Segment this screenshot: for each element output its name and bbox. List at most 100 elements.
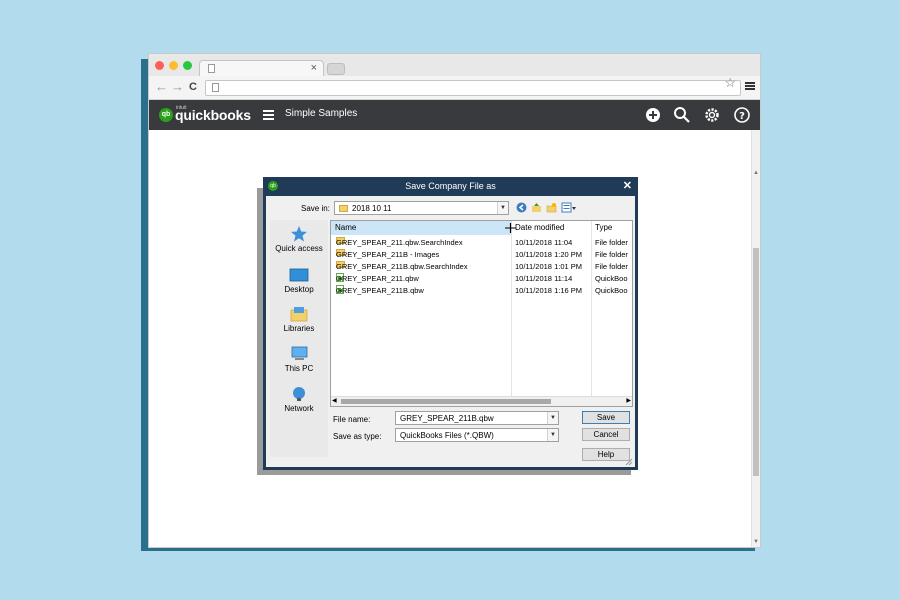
scroll-down-icon[interactable]: ▼ — [753, 539, 759, 545]
dialog-title: Save Company File as — [405, 181, 496, 191]
save-as-type-label: Save as type: — [333, 432, 382, 441]
resize-cursor-icon — [505, 223, 516, 233]
column-header-label: Name — [335, 223, 357, 232]
new-folder-icon[interactable] — [546, 202, 557, 213]
file-type: QuickBoo — [595, 274, 628, 283]
browser-tab[interactable]: × — [199, 60, 324, 76]
svg-text:?: ? — [739, 111, 745, 122]
scrollbar-thumb[interactable] — [753, 248, 759, 476]
page-icon — [212, 83, 219, 92]
search-icon[interactable] — [672, 105, 692, 125]
place-label: Network — [284, 404, 314, 413]
libraries-icon — [290, 307, 308, 322]
places-bar: Quick access Desktop Libraries This PC N… — [270, 220, 328, 457]
file-date: 10/11/2018 1:20 PM — [515, 250, 582, 259]
place-desktop[interactable]: Desktop — [270, 268, 328, 294]
file-name: GREY_SPEAR_211B.qbw — [336, 286, 424, 295]
file-date: 10/11/2018 1:01 PM — [515, 262, 582, 271]
forward-arrow-icon[interactable]: → — [171, 79, 184, 95]
new-tab-button[interactable] — [327, 63, 345, 75]
hamburger-menu-icon[interactable] — [263, 110, 274, 120]
file-row[interactable]: GREY_SPEAR_211B.qbw 10/11/2018 1:16 PM Q… — [331, 285, 632, 297]
chevron-down-icon[interactable]: ▼ — [547, 429, 558, 441]
back-navigation-icon[interactable] — [516, 202, 527, 213]
maximize-window-button[interactable] — [183, 61, 192, 70]
up-folder-icon[interactable] — [531, 202, 542, 213]
reload-icon[interactable]: C — [189, 79, 197, 95]
file-row[interactable]: GREY_SPEAR_211B.qbw.SearchIndex 10/11/20… — [331, 261, 632, 273]
network-icon — [293, 387, 305, 401]
file-name-input[interactable]: GREY_SPEAR_211B.qbw ▼ — [395, 411, 559, 425]
save-in-label: Save in: — [301, 204, 330, 213]
place-label: Quick access — [275, 244, 323, 253]
save-in-value: 2018 10 11 — [352, 204, 392, 213]
dialog-body: Save in: 2018 10 11 ▼ Quick access Deskt… — [266, 196, 635, 467]
file-name: GREY_SPEAR_211.qbw.SearchIndex — [336, 238, 463, 247]
dialog-close-icon[interactable]: ✕ — [623, 177, 632, 196]
gear-icon[interactable] — [702, 105, 722, 125]
chevron-down-icon[interactable]: ▼ — [547, 412, 558, 424]
file-name-value: GREY_SPEAR_211B.qbw — [400, 414, 494, 423]
save-company-file-dialog: Save Company File as qb ✕ Save in: 2018 … — [263, 177, 638, 470]
quickbooks-logo-icon: qb — [268, 181, 278, 191]
place-this-pc[interactable]: This PC — [270, 346, 328, 373]
file-date: 10/11/2018 11:04 — [515, 238, 573, 247]
column-header-type[interactable]: Type — [591, 221, 632, 235]
place-quick-access[interactable]: Quick access — [270, 226, 328, 253]
desktop-icon — [289, 268, 309, 282]
help-button[interactable]: Help — [582, 448, 630, 461]
file-name: GREY_SPEAR_211.qbw — [336, 274, 419, 283]
cancel-button[interactable]: Cancel — [582, 428, 630, 441]
file-type: File folder — [595, 262, 628, 271]
file-row[interactable]: GREY_SPEAR_211.qbw 10/11/2018 11:14 Quic… — [331, 273, 632, 285]
back-arrow-icon[interactable]: ← — [155, 79, 168, 95]
horizontal-scrollbar[interactable]: ◀ ▶ — [331, 396, 632, 406]
browser-menu-icon[interactable] — [745, 82, 755, 90]
scroll-left-icon[interactable]: ◀ — [332, 397, 337, 406]
quickbooks-logo-icon: qb — [159, 108, 173, 122]
place-libraries[interactable]: Libraries — [270, 306, 328, 333]
folder-icon — [339, 205, 348, 213]
place-label: This PC — [284, 364, 314, 373]
file-name-label: File name: — [333, 415, 371, 424]
help-icon[interactable]: ? — [732, 105, 752, 125]
address-bar[interactable] — [205, 80, 741, 96]
file-type: File folder — [595, 250, 628, 259]
save-as-type-value: QuickBooks Files (*.QBW) — [400, 431, 494, 440]
page-icon — [208, 64, 215, 73]
save-in-dropdown[interactable]: 2018 10 11 ▼ — [334, 201, 509, 215]
chevron-down-icon[interactable]: ▼ — [497, 202, 508, 214]
scroll-right-icon[interactable]: ▶ — [626, 397, 631, 406]
place-network[interactable]: Network — [270, 386, 328, 413]
plus-circle-icon[interactable] — [643, 105, 663, 125]
scroll-up-icon[interactable]: ▲ — [753, 170, 759, 176]
file-type: QuickBoo — [595, 286, 628, 295]
column-header-date[interactable]: Date modified — [511, 221, 591, 235]
file-row[interactable]: GREY_SPEAR_211B - Images 10/11/2018 1:20… — [331, 249, 632, 261]
vertical-scrollbar[interactable]: ▲ ▼ — [751, 130, 760, 547]
file-date: 10/11/2018 1:16 PM — [515, 286, 582, 295]
file-type: File folder — [595, 238, 628, 247]
file-name: GREY_SPEAR_211B - Images — [336, 250, 440, 259]
place-label: Libraries — [283, 324, 315, 333]
file-list[interactable]: Name ^ Date modified Type GREY_SPEAR_211… — [330, 220, 633, 407]
column-header-name[interactable]: Name ^ — [331, 221, 511, 235]
computer-icon — [291, 346, 308, 360]
place-label: Desktop — [284, 285, 314, 294]
file-name: GREY_SPEAR_211B.qbw.SearchIndex — [336, 262, 468, 271]
resize-grip-icon[interactable] — [625, 458, 633, 466]
star-icon — [291, 226, 307, 242]
bookmark-star-icon[interactable]: ☆ — [724, 75, 736, 91]
file-row[interactable]: GREY_SPEAR_211.qbw.SearchIndex 10/11/201… — [331, 237, 632, 249]
scrollbar-thumb[interactable] — [341, 399, 551, 404]
close-window-button[interactable] — [155, 61, 164, 70]
quickbooks-header: qb intuit quickbooks Simple Samples ? — [149, 100, 760, 130]
tab-close-icon[interactable]: × — [311, 61, 317, 76]
save-as-type-dropdown[interactable]: QuickBooks Files (*.QBW) ▼ — [395, 428, 559, 442]
view-menu-icon[interactable] — [561, 202, 577, 213]
sort-ascending-icon: ^ — [417, 220, 421, 225]
minimize-window-button[interactable] — [169, 61, 178, 70]
save-button[interactable]: Save — [582, 411, 630, 424]
quickbooks-wordmark: quickbooks — [175, 107, 251, 123]
file-date: 10/11/2018 11:14 — [515, 274, 573, 283]
